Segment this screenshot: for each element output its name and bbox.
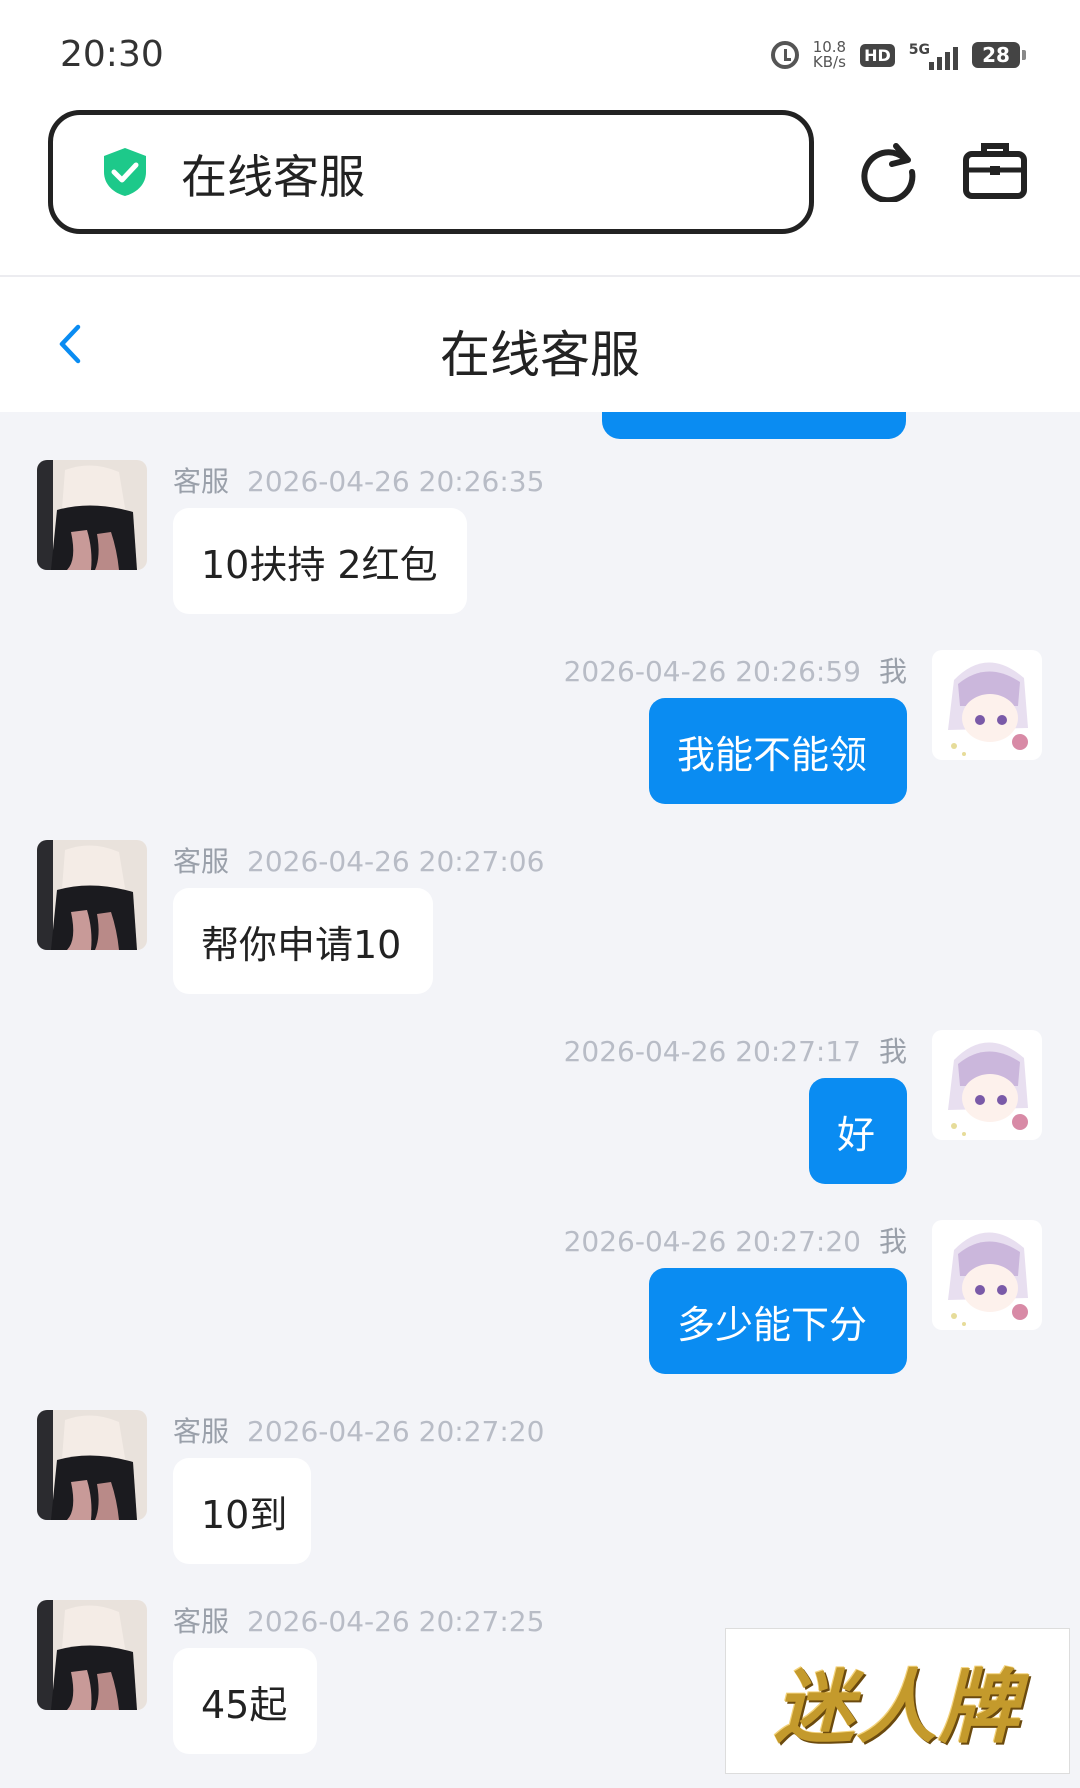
message-bubble[interactable]: 我能不能领 xyxy=(649,698,907,804)
message-bubble[interactable]: 10到 xyxy=(173,1458,311,1564)
message-sender: 客服 xyxy=(173,1605,230,1638)
message-meta: 客服 2026-04-26 20:26:35 xyxy=(173,460,544,500)
message-bubble[interactable]: 帮你申请10 xyxy=(173,888,433,994)
message-time: 2026-04-26 20:27:25 xyxy=(247,1605,545,1638)
message-time: 2026-04-26 20:26:59 xyxy=(563,655,861,688)
hd-icon: HD xyxy=(860,43,895,67)
status-bar: 20:30 10.8 KB/s HD 5G 28 xyxy=(0,0,1080,100)
network-speed: 10.8 KB/s xyxy=(813,40,846,70)
agent-avatar[interactable] xyxy=(37,840,147,950)
message-time: 2026-04-26 20:27:20 xyxy=(563,1225,861,1258)
message-bubble[interactable]: 多少能下分 xyxy=(649,1268,907,1374)
message-sender: 我 xyxy=(878,1035,907,1068)
shield-check-icon xyxy=(104,148,146,196)
message-meta: 客服 2026-04-26 20:27:06 xyxy=(173,840,544,880)
status-time: 20:30 xyxy=(60,34,164,75)
battery-icon: 28 xyxy=(972,42,1026,68)
status-icons: 10.8 KB/s HD 5G 28 xyxy=(770,40,1026,70)
title-bar: 在线客服 xyxy=(0,277,1080,412)
message-bubble[interactable]: 45起 xyxy=(173,1648,317,1754)
battery-level: 28 xyxy=(982,43,1010,67)
network-type-label: 5G xyxy=(908,42,930,58)
message-meta: 客服 2026-04-26 20:27:20 xyxy=(173,1410,544,1450)
message-sender: 我 xyxy=(878,1225,907,1258)
chat-list[interactable]: 客服 2026-04-26 20:26:35 10扶持 2红包 2026-04-26 … xyxy=(0,412,1080,1788)
message-meta: 客服 2026-04-26 20:27:25 xyxy=(173,1600,544,1640)
refresh-icon[interactable] xyxy=(856,138,920,202)
message-time: 2026-04-26 20:27:20 xyxy=(247,1415,545,1448)
message-sender: 客服 xyxy=(173,465,230,498)
message-bubble[interactable]: 好 xyxy=(809,1078,907,1184)
message-meta: 2026-04-26 20:27:20 我 xyxy=(564,1220,907,1260)
message-sender: 我 xyxy=(878,655,907,688)
network-speed-unit: KB/s xyxy=(812,53,846,71)
agent-avatar[interactable] xyxy=(37,460,147,570)
user-avatar[interactable] xyxy=(932,1220,1042,1330)
message-time: 2026-04-26 20:27:06 xyxy=(247,845,545,878)
message-time: 2026-04-26 20:27:17 xyxy=(563,1035,861,1068)
watermark-text: 迷人牌 xyxy=(774,1660,1021,1754)
address-bar[interactable]: 在线客服 xyxy=(48,110,814,234)
address-text: 在线客服 xyxy=(181,150,365,204)
user-avatar[interactable] xyxy=(932,650,1042,760)
watermark-logo: 迷人牌 xyxy=(725,1628,1070,1774)
signal-icon: 5G xyxy=(909,40,958,70)
alarm-icon xyxy=(770,41,799,69)
message-time: 2026-04-26 20:26:35 xyxy=(247,465,545,498)
message-sender: 客服 xyxy=(173,1415,230,1448)
message-meta: 2026-04-26 20:26:59 我 xyxy=(564,650,907,690)
message-sender: 客服 xyxy=(173,845,230,878)
agent-avatar[interactable] xyxy=(37,1410,147,1520)
page-title: 在线客服 xyxy=(440,326,640,384)
toolbox-icon[interactable] xyxy=(962,138,1028,202)
browser-bar: 在线客服 xyxy=(0,100,1080,277)
agent-avatar[interactable] xyxy=(37,1600,147,1710)
message-meta: 2026-04-26 20:27:17 我 xyxy=(564,1030,907,1070)
user-avatar[interactable] xyxy=(932,1030,1042,1140)
message-bubble-partial xyxy=(602,412,906,439)
message-bubble[interactable]: 10扶持 2红包 xyxy=(173,508,467,614)
